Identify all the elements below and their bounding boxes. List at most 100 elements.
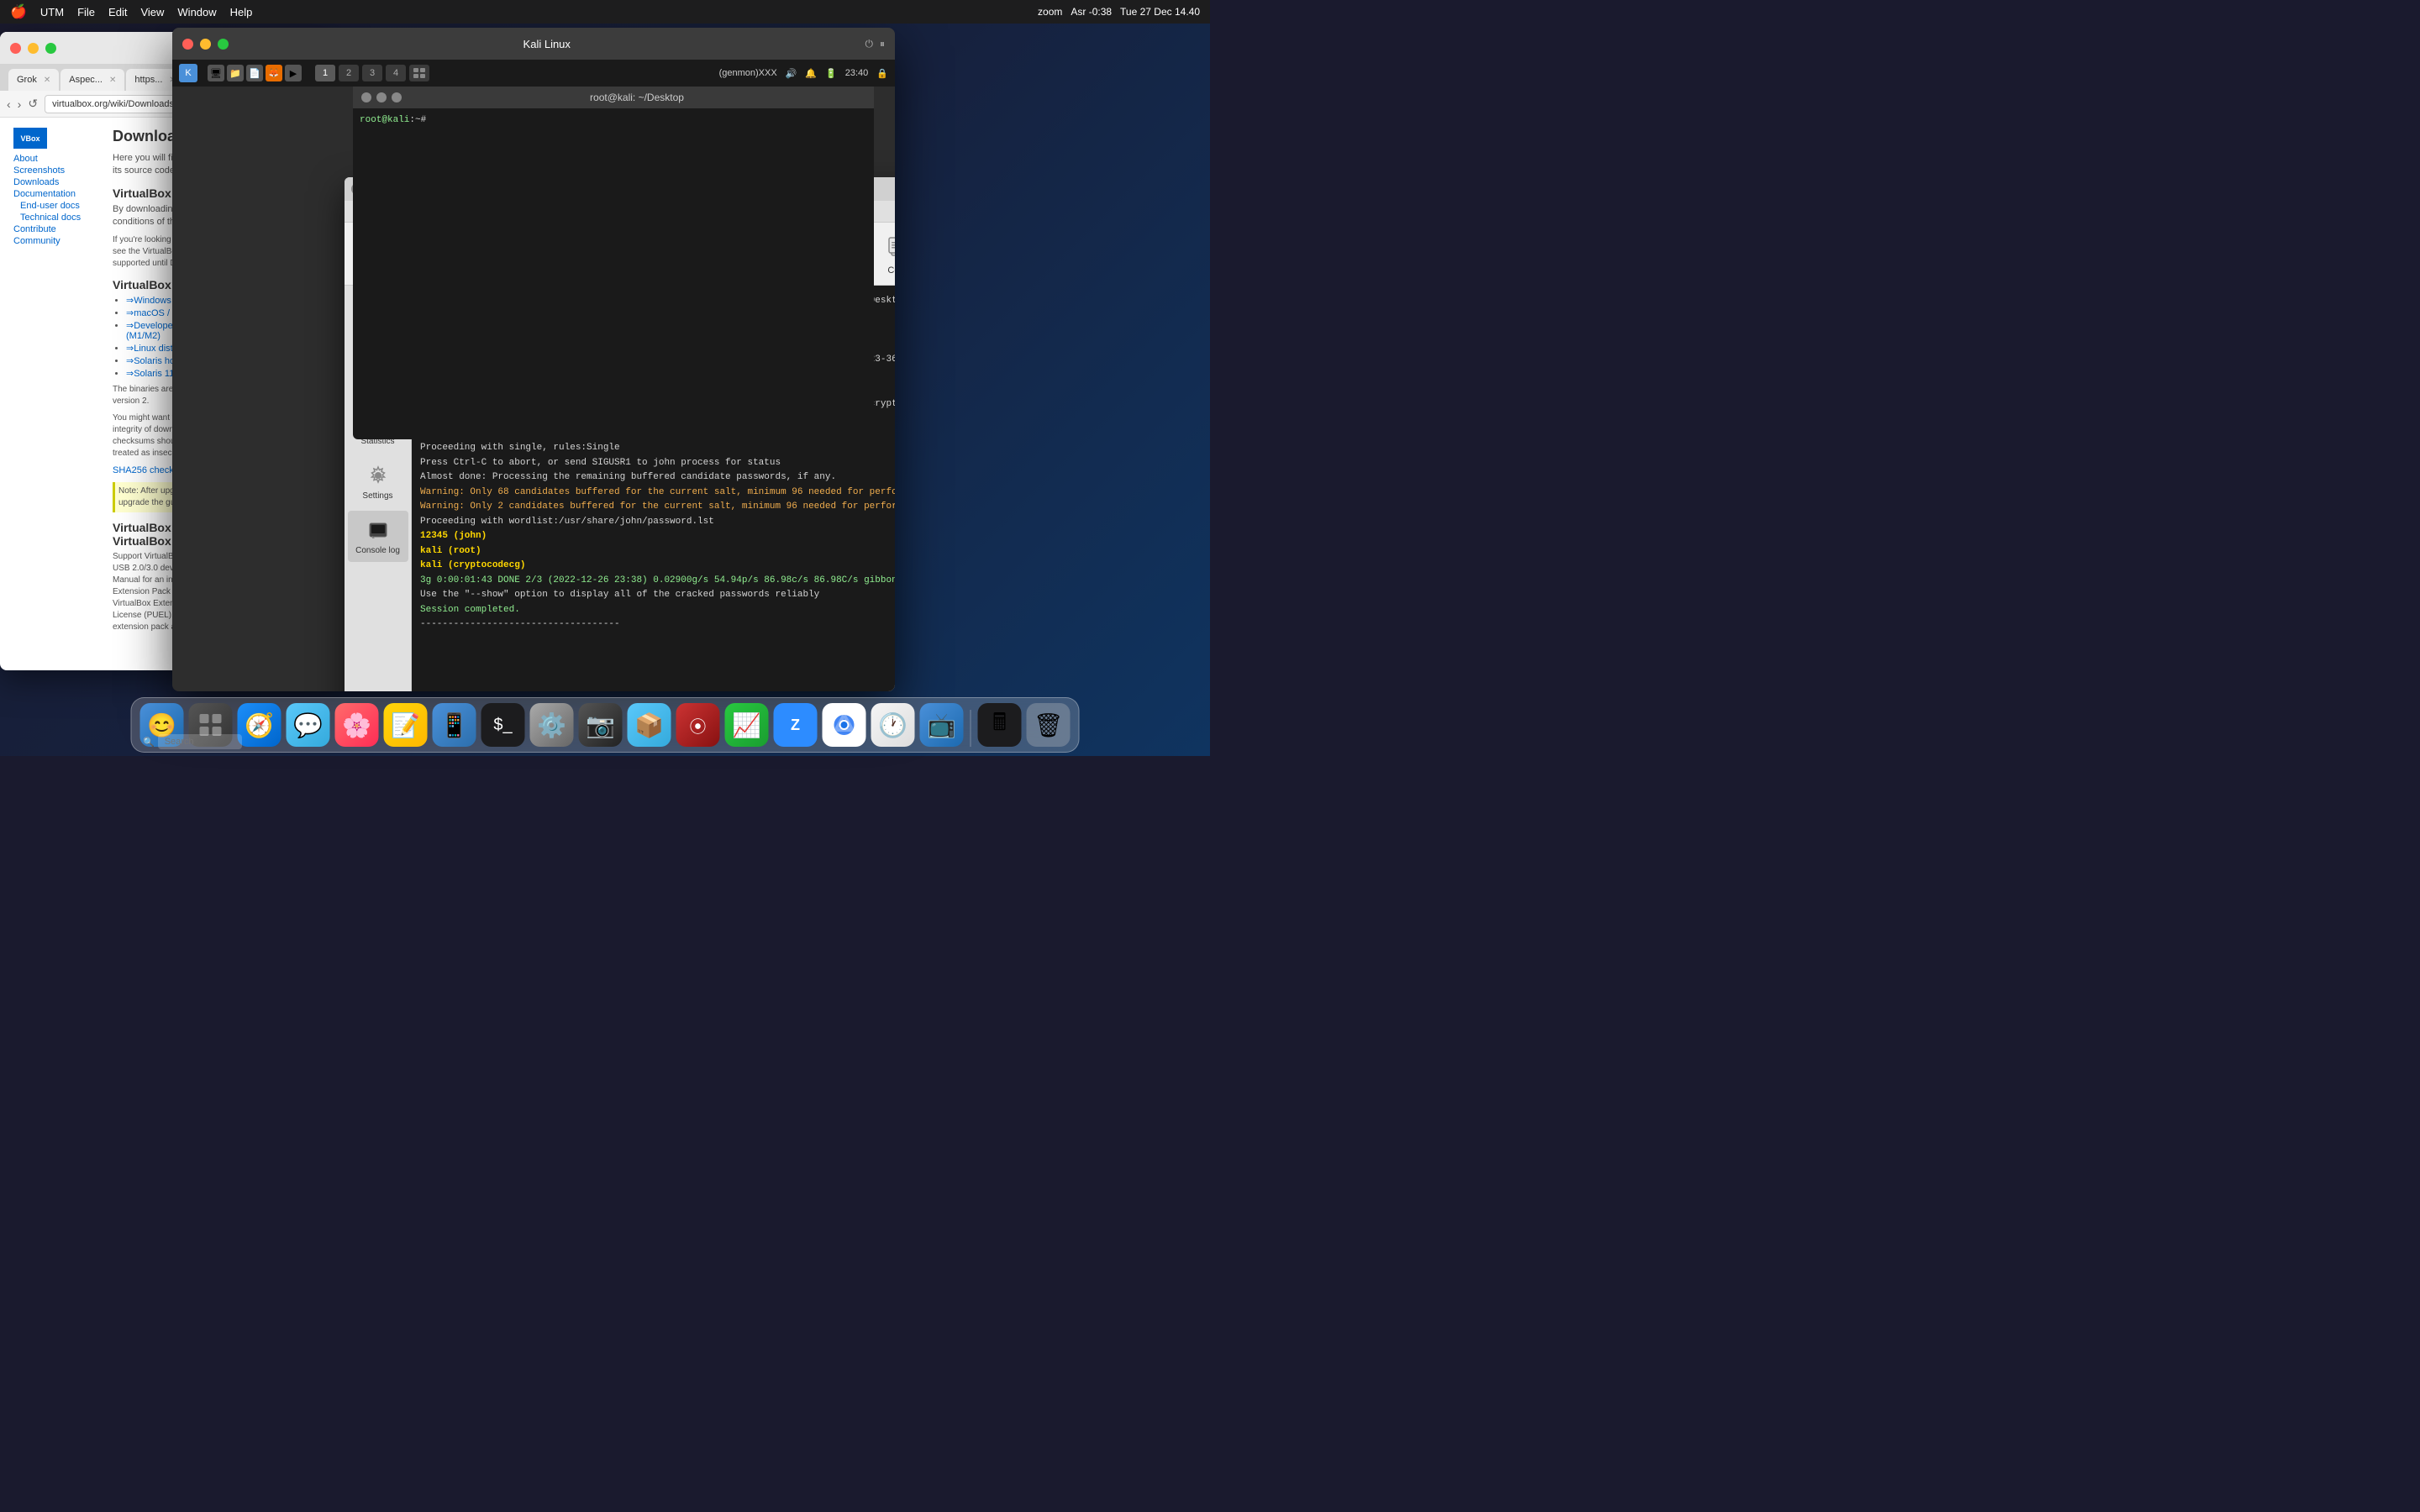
console-line-12: Almost done: Processing the remaining bu… <box>420 470 895 485</box>
activity-icon: 📈 <box>732 711 761 739</box>
terminal-icon[interactable]: ▶ <box>285 65 302 81</box>
search-input[interactable] <box>158 734 242 749</box>
dock-prefs[interactable]: ⚙️ <box>530 703 574 747</box>
notes-icon: 📝 <box>391 711 420 739</box>
menubar-right: zoom Asr -0:38 Tue 27 Dec 14.40 <box>1038 6 1200 18</box>
copy-label: Copy <box>887 265 895 276</box>
forward-button[interactable]: › <box>18 97 22 111</box>
kali-vm-window: Kali Linux ⏻ ⏸ K 🖥 📁 📄 🦊 ▶ 1 2 <box>172 28 895 691</box>
file-icon[interactable]: 📄 <box>246 65 263 81</box>
menu-utm[interactable]: UTM <box>40 6 64 18</box>
term-control-1[interactable] <box>361 92 371 102</box>
tab-grok[interactable]: Grok ✕ <box>8 69 59 91</box>
app-icons-bar: 🖥 📁 📄 🦊 ▶ <box>208 65 302 81</box>
prefs-icon: ⚙️ <box>537 711 566 739</box>
volume-icon[interactable]: 🔊 <box>786 68 797 79</box>
sidebar-console-log[interactable]: Console log <box>348 511 408 562</box>
user-label: Asr -0:38 <box>1071 6 1112 18</box>
kali-close-button[interactable] <box>182 39 193 50</box>
capture-icon: 📷 <box>586 711 615 739</box>
menu-view[interactable]: View <box>140 6 164 18</box>
console-line-14: Warning: Only 2 candidates buffered for … <box>420 500 895 514</box>
sidebar-nav-technical[interactable]: Technical docs <box>13 213 106 223</box>
files-icon[interactable]: 🖥 <box>208 65 224 81</box>
kali-minimize-button[interactable] <box>200 39 211 50</box>
battery-icon: 🔋 <box>825 68 837 79</box>
dock-notes[interactable]: 📝 <box>384 703 428 747</box>
dock-migrate[interactable]: 📦 <box>628 703 671 747</box>
dock-chrome[interactable] <box>823 703 866 747</box>
sidebar-nav-docs[interactable]: Documentation <box>13 189 106 199</box>
menu-file[interactable]: File <box>77 6 95 18</box>
console-line-20: Use the "--show" option to display all o… <box>420 588 895 602</box>
terminal-content: root@kali:~# <box>353 108 874 132</box>
back-button[interactable]: ‹ <box>7 97 11 111</box>
dock-ios-backup[interactable]: 📱 <box>433 703 476 747</box>
folder-icon[interactable]: 📁 <box>227 65 244 81</box>
kali-taskbar: K 🖥 📁 📄 🦊 ▶ 1 2 3 4 <box>172 60 895 87</box>
term-control-2[interactable] <box>376 92 387 102</box>
zoom-icon: Z <box>791 717 800 734</box>
menubar: 🍎 UTM File Edit View Window Help zoom As… <box>0 0 1210 24</box>
messages-icon: 💬 <box>293 711 323 739</box>
firefox-icon[interactable]: 🦊 <box>266 65 282 81</box>
kali-menu-icon[interactable]: K <box>179 64 197 82</box>
dock: 😊 🧭 💬 🌸 📝 📱 $_ ⚙️ <box>131 697 1080 753</box>
console-line-13: Warning: Only 68 candidates buffered for… <box>420 486 895 500</box>
dock-capture[interactable]: 📷 <box>579 703 623 747</box>
ios-backup-icon: 📱 <box>439 711 469 739</box>
chrome-icon <box>833 713 856 737</box>
terminal-dock-icon: $_ <box>493 716 512 735</box>
dock-screens[interactable]: 📺 <box>920 703 964 747</box>
tab-close-grok[interactable]: ✕ <box>44 76 50 85</box>
menu-help[interactable]: Help <box>230 6 253 18</box>
console-line-19: 3g 0:00:01:43 DONE 2/3 (2022-12-26 23:38… <box>420 574 895 588</box>
tab-close-aspect[interactable]: ✕ <box>109 76 116 85</box>
dock-calculator[interactable]: 🖩 <box>978 703 1022 747</box>
dock-terminal[interactable]: $_ <box>481 703 525 747</box>
trash-icon: 🗑 <box>1034 711 1064 739</box>
sidebar-nav-enduser[interactable]: End-user docs <box>13 201 106 211</box>
dock-safari[interactable]: 🧭 <box>238 703 281 747</box>
notification-icon[interactable]: 🔔 <box>805 68 817 79</box>
power-icon[interactable]: ⏻ <box>865 38 873 50</box>
kali-maximize-button[interactable] <box>218 39 229 50</box>
clock-icon: 🕐 <box>878 711 908 739</box>
term-control-3[interactable] <box>392 92 402 102</box>
lock-icon[interactable]: 🔒 <box>876 68 888 79</box>
refresh-button[interactable]: ↺ <box>28 97 38 111</box>
menu-edit[interactable]: Edit <box>108 6 127 18</box>
dock-activity[interactable]: 📈 <box>725 703 769 747</box>
terminal-titlebar: root@kali: ~/Desktop <box>353 87 874 108</box>
sidebar-nav-contribute[interactable]: Contribute <box>13 224 106 234</box>
minimize-button[interactable] <box>28 43 39 54</box>
pause-icon[interactable]: ⏸ <box>880 38 885 50</box>
sidebar-nav-downloads[interactable]: Downloads <box>13 177 106 187</box>
dock-clock[interactable]: 🕐 <box>871 703 915 747</box>
dock-parallels[interactable]: ⦿ <box>676 703 720 747</box>
workspace-1[interactable]: 1 <box>315 65 335 81</box>
sidebar-nav-screenshots[interactable]: Screenshots <box>13 165 106 176</box>
sidebar-nav-about[interactable]: About <box>13 154 106 164</box>
parallels-icon: ⦿ <box>690 713 707 738</box>
terminal-window: root@kali: ~/Desktop root@kali:~# <box>353 87 874 439</box>
workspace-2[interactable]: 2 <box>339 65 359 81</box>
dock-messages[interactable]: 💬 <box>287 703 330 747</box>
search-bar-container: 🔍 <box>143 734 242 749</box>
workspace-4[interactable]: 4 <box>386 65 406 81</box>
dock-photos[interactable]: 🌸 <box>335 703 379 747</box>
menu-window[interactable]: Window <box>177 6 216 18</box>
kali-workspaces: 1 2 3 4 <box>315 65 429 81</box>
clock-display: 23:40 <box>845 68 869 78</box>
maximize-button[interactable] <box>45 43 56 54</box>
sidebar-settings[interactable]: Settings <box>348 456 408 507</box>
tab-aspect[interactable]: Aspec... ✕ <box>60 69 124 91</box>
workspace-3[interactable]: 3 <box>362 65 382 81</box>
kali-window-title: Kali Linux <box>235 38 858 50</box>
dock-trash[interactable]: 🗑 <box>1027 703 1071 747</box>
close-button[interactable] <box>10 43 21 54</box>
dock-zoom[interactable]: Z <box>774 703 818 747</box>
apple-menu[interactable]: 🍎 <box>10 3 27 20</box>
sidebar-nav-community[interactable]: Community <box>13 236 106 246</box>
workspace-screen-icon[interactable] <box>409 65 429 81</box>
